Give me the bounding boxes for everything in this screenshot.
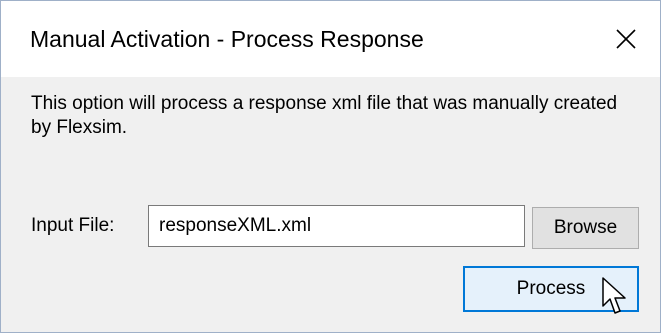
close-icon	[616, 29, 636, 49]
browse-button[interactable]: Browse	[532, 207, 639, 249]
manual-activation-dialog: Manual Activation - Process Response Thi…	[0, 0, 661, 333]
input-file-field[interactable]	[148, 205, 525, 247]
input-file-label: Input File:	[31, 215, 115, 236]
close-button[interactable]	[599, 11, 653, 67]
description-text: This option will process a response xml …	[31, 93, 618, 138]
title-bar: Manual Activation - Process Response	[1, 1, 660, 77]
dialog-title: Manual Activation - Process Response	[30, 26, 424, 52]
process-button[interactable]: Process	[463, 266, 639, 312]
